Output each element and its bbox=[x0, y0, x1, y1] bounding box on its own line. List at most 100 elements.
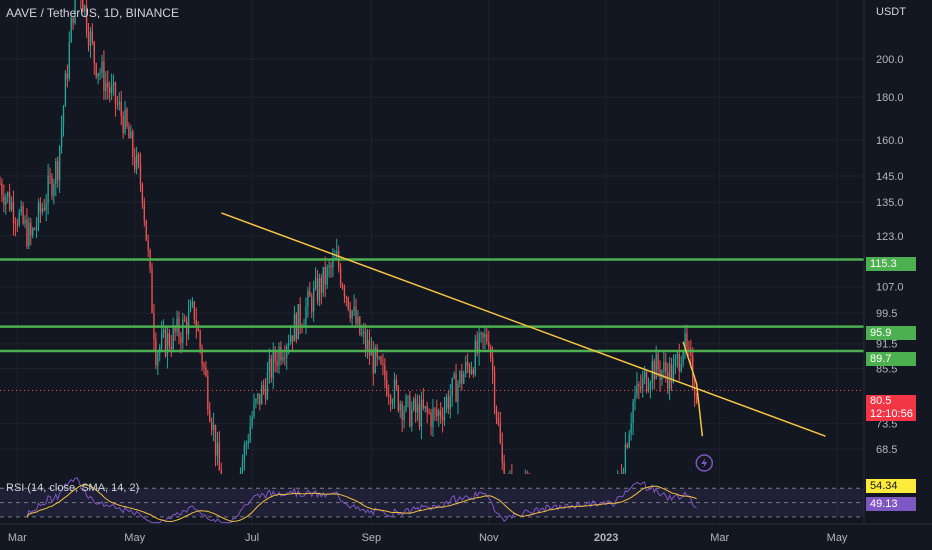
candle-body bbox=[621, 475, 622, 478]
candle-body bbox=[311, 296, 313, 312]
candle-body bbox=[399, 403, 401, 411]
last-price-value: 80.5 bbox=[870, 395, 892, 407]
candle-body bbox=[391, 402, 394, 404]
candle-body bbox=[116, 104, 119, 106]
candle-body bbox=[326, 266, 328, 285]
candle-body bbox=[676, 353, 679, 359]
candle-body bbox=[361, 332, 363, 335]
candle-body bbox=[39, 202, 42, 213]
candle-body bbox=[655, 353, 657, 380]
candle-body bbox=[12, 202, 15, 223]
candle-body bbox=[135, 154, 138, 170]
candle-body bbox=[297, 304, 299, 340]
candle-body bbox=[428, 411, 430, 413]
candle-body bbox=[199, 330, 201, 348]
candle-body bbox=[109, 87, 111, 94]
candle-body bbox=[141, 184, 144, 203]
candle-body bbox=[463, 374, 465, 384]
candle-body bbox=[598, 518, 599, 522]
x-tick-label: Mar bbox=[8, 532, 27, 544]
candle-body bbox=[264, 387, 267, 400]
candle-body bbox=[405, 396, 407, 411]
candle-body bbox=[678, 353, 680, 372]
candle-body bbox=[182, 319, 184, 343]
candle-body bbox=[259, 393, 261, 405]
candle-body bbox=[151, 267, 153, 313]
y-tick-label: 68.5 bbox=[876, 444, 897, 456]
rsi-value-tag: 54.34 bbox=[866, 479, 916, 493]
candle-body bbox=[33, 228, 36, 230]
lightning-bolt-glyph bbox=[701, 458, 708, 468]
candle-body bbox=[447, 397, 450, 409]
candle-body bbox=[441, 416, 444, 421]
candle-body bbox=[103, 61, 105, 92]
candle-body bbox=[134, 157, 136, 170]
candle-body bbox=[493, 371, 496, 408]
candle-body bbox=[110, 85, 113, 94]
candle-body bbox=[289, 335, 292, 344]
candle-body bbox=[345, 296, 348, 298]
candle-body bbox=[245, 443, 247, 446]
y-tick-label: 200.0 bbox=[876, 54, 904, 66]
candle-body bbox=[642, 377, 644, 389]
price-chart[interactable]: 68.573.585.591.599.5107.0123.0135.0145.0… bbox=[0, 0, 932, 550]
candle-body bbox=[643, 371, 646, 378]
candle-body bbox=[438, 410, 440, 417]
candle-body bbox=[168, 333, 171, 347]
last-price-tag: 80.5 12:10:56 bbox=[866, 395, 916, 421]
candle-body bbox=[5, 196, 7, 205]
candle-body bbox=[58, 146, 61, 181]
candle-body bbox=[32, 228, 34, 236]
candle-body bbox=[124, 109, 126, 134]
candle-body bbox=[193, 301, 196, 320]
level-tag-115: 115.3 bbox=[866, 257, 916, 271]
candle-body bbox=[8, 192, 11, 210]
candle-body bbox=[357, 316, 359, 324]
symbol-title: AAVE / TetherUS, 1D, BINANCE bbox=[6, 6, 179, 20]
candle-body bbox=[668, 363, 671, 389]
candle-body bbox=[66, 73, 69, 79]
candle-body bbox=[449, 395, 451, 409]
candle-body bbox=[287, 343, 290, 347]
candle-body bbox=[112, 82, 115, 86]
candle-body bbox=[10, 202, 13, 210]
x-tick-label: Sep bbox=[362, 532, 382, 544]
candle-body bbox=[465, 361, 467, 375]
candle-body bbox=[139, 163, 142, 185]
candle-body bbox=[695, 396, 698, 404]
candle-body bbox=[680, 363, 682, 372]
candle-body bbox=[261, 385, 263, 405]
x-tick-label: 2023 bbox=[594, 532, 618, 544]
candle-body bbox=[482, 332, 484, 338]
candle-body bbox=[266, 371, 269, 400]
candle-body bbox=[43, 208, 45, 210]
candle-body bbox=[147, 240, 149, 250]
candle-body bbox=[251, 416, 253, 427]
candle-body bbox=[280, 346, 282, 361]
candle-body bbox=[665, 362, 667, 373]
candle-body bbox=[95, 63, 97, 77]
candle-body bbox=[432, 408, 434, 428]
candle-body bbox=[634, 395, 636, 402]
candle-body bbox=[401, 403, 403, 420]
candle-body bbox=[397, 386, 399, 411]
candle-body bbox=[99, 72, 101, 74]
candle-body bbox=[363, 331, 365, 333]
candle-body bbox=[347, 297, 349, 310]
candle-body bbox=[468, 366, 471, 374]
candle-body bbox=[372, 349, 374, 374]
candle-body bbox=[682, 351, 684, 364]
candle-body bbox=[118, 101, 120, 105]
candle-body bbox=[501, 442, 503, 463]
candle-body bbox=[55, 161, 57, 184]
candle-body bbox=[632, 401, 634, 424]
candle-body bbox=[486, 334, 488, 342]
candle-body bbox=[366, 340, 369, 350]
candle-body bbox=[636, 384, 638, 396]
candle-body bbox=[212, 424, 215, 430]
candle-body bbox=[624, 444, 627, 472]
candle-body bbox=[497, 418, 500, 424]
candle-body bbox=[418, 404, 421, 427]
candle-body bbox=[430, 412, 432, 428]
candle-body bbox=[619, 475, 620, 478]
